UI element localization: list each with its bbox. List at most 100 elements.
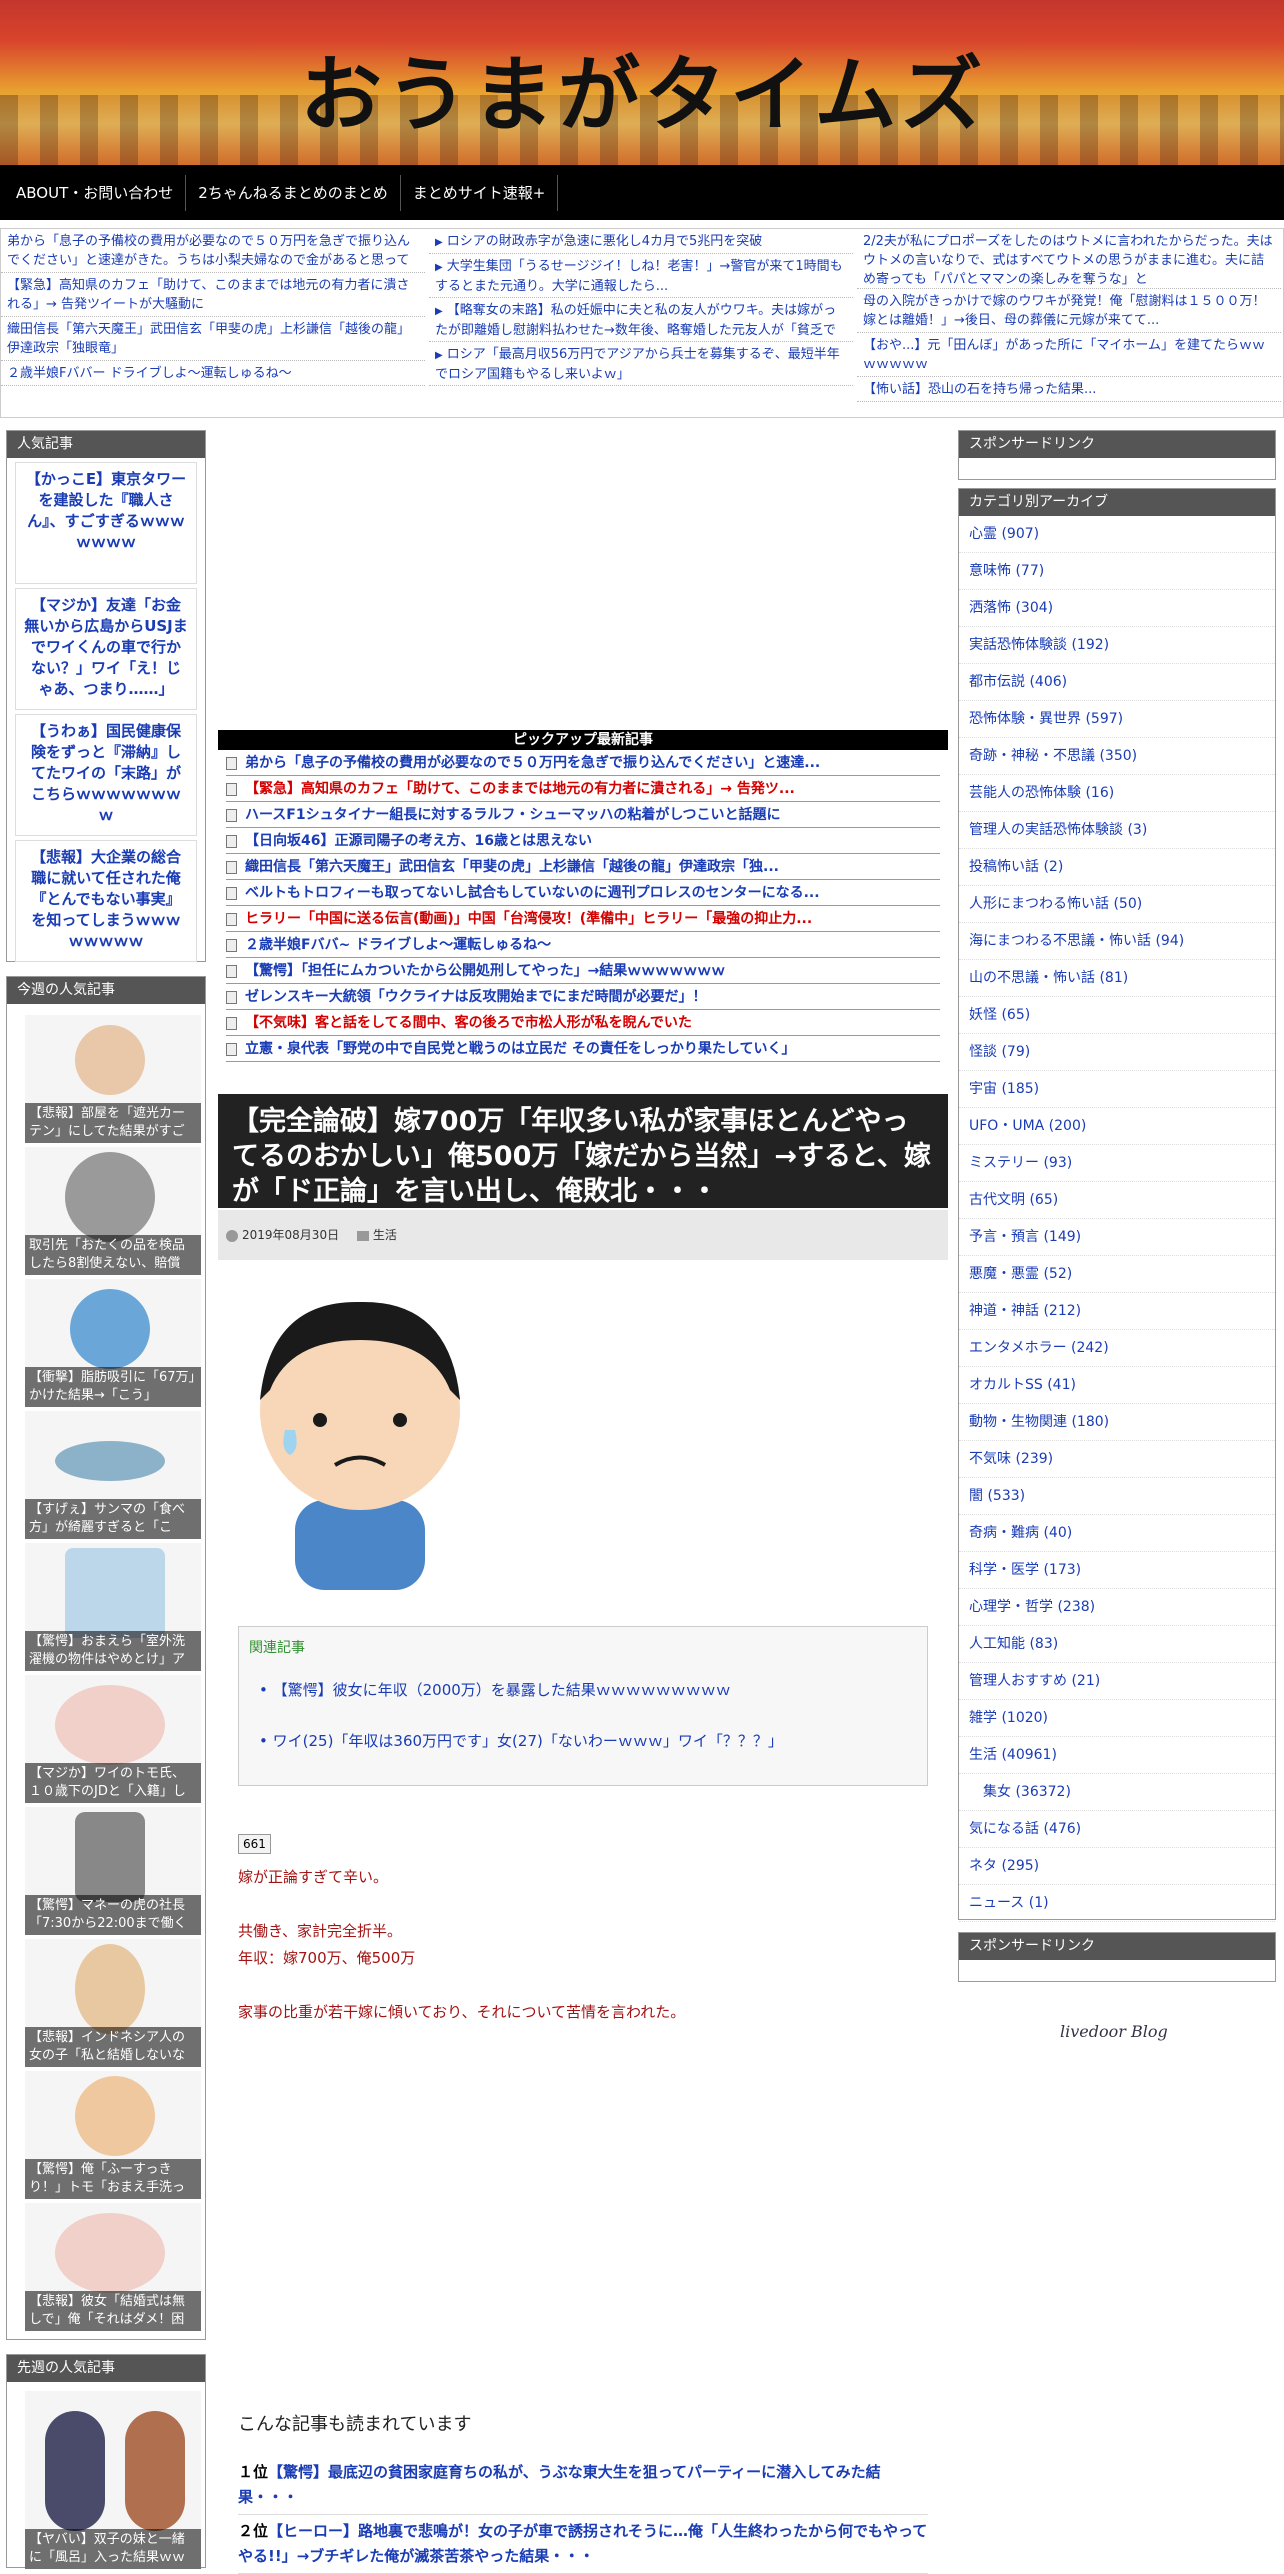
category-item[interactable]: UFO・UMA (200) <box>959 1108 1275 1145</box>
category-item[interactable]: 雑学 (1020) <box>959 1700 1275 1737</box>
ticker-item[interactable]: 【怖い話】恐山の石を持ち帰った結果... <box>857 377 1281 402</box>
category-item[interactable]: 人形にまつわる怖い話 (50) <box>959 886 1275 923</box>
ticker-item[interactable]: ２歳半娘Fババー ドライブしよ～運転しゅるね～ <box>1 361 425 386</box>
category-item[interactable]: 芸能人の恐怖体験 (16) <box>959 775 1275 812</box>
category-item[interactable]: 予言・預言 (149) <box>959 1219 1275 1256</box>
arrow-icon: ▶ <box>435 237 443 248</box>
category-item[interactable]: 人工知能 (83) <box>959 1626 1275 1663</box>
nav-2ch-matome[interactable]: 2ちゃんねるまとめのまとめ <box>186 174 401 211</box>
pickup-item[interactable]: 弟から「息子の予備校の費用が必要なので５０万円を急ぎで振り込んでください」と速達… <box>226 750 940 776</box>
pickup-item[interactable]: 【驚愕】「担任にムカついたから公開処刑してやった」→結果ｗｗｗｗｗｗｗ <box>226 958 940 984</box>
category-item[interactable]: 管理人の実話恐怖体験談 (3) <box>959 812 1275 849</box>
ticker-item[interactable]: 【緊急】高知県のカフェ「助けて、このままでは地元の有力者に潰される」→ 告発ツイ… <box>1 273 425 317</box>
body-line: 共働き、家計完全折半。 <box>238 1922 402 1940</box>
pickup-item[interactable]: 織田信長「第六天魔王」武田信玄「甲斐の虎」上杉謙信「越後の龍」伊達政宗「独... <box>226 854 940 880</box>
weekly-thumb[interactable]: 【悲報】インドネシア人の女の子「私と結婚しないな <box>25 1939 201 2067</box>
related-item[interactable]: • ワイ(25)「年収は360万円です」女(27)「ないわーｗｗｗ」ワイ「？？？… <box>259 1730 917 1751</box>
pickup-item[interactable]: 立憲・泉代表「野党の中で自民党と戦うのは立民だ その責任をしっかり果たしていく」 <box>226 1036 940 1062</box>
clock-icon <box>226 1229 238 1242</box>
category-item[interactable]: 宇宙 (185) <box>959 1071 1275 1108</box>
also-read-item[interactable]: ２位【ヒーロー】路地裏で悲鳴が！女の子が車で誘拐されそうに…俺「人生終わったから… <box>238 2515 928 2574</box>
weekly-thumb[interactable]: 【悲報】彼女「結婚式は無しで」俺「それはダメ！困 <box>25 2203 201 2331</box>
ticker-item[interactable]: ▶ 【略奪女の末路】私の妊娠中に夫と私の友人がウワキ。夫は嫁がったが即離婚し慰謝料… <box>429 298 853 342</box>
pickup-item[interactable]: 【不気味】客と話をしてる間中、客の後ろで市松人形が私を睨んでいた <box>226 1010 940 1036</box>
popular-item[interactable]: 【悲報】大企業の総合職に就いて任された俺『とんでもない事実』を知ってしまうｗｗｗ… <box>15 840 197 962</box>
also-read-item[interactable]: １位【驚愕】最底辺の貧困家庭育ちの私が、うぶな東大生を狙ってパーティーに潜入して… <box>238 2456 928 2515</box>
related-title: 関連記事 <box>249 1640 305 1656</box>
category-item[interactable]: 科学・医学 (173) <box>959 1552 1275 1589</box>
document-icon <box>226 756 237 770</box>
ticker-item[interactable]: 弟から「息子の予備校の費用が必要なので５０万円を急ぎで振り込んでください」と速達… <box>1 229 425 273</box>
category-item[interactable]: 山の不思議・怖い話 (81) <box>959 960 1275 997</box>
category-item[interactable]: 奇跡・神秘・不思議 (350) <box>959 738 1275 775</box>
category-item[interactable]: 奇病・難病 (40) <box>959 1515 1275 1552</box>
ticker-item[interactable]: 【おや...】元「田んぼ」があった所に「マイホーム」を建てたらｗｗｗｗｗｗｗ <box>857 333 1281 377</box>
sponsor-box-2: スポンサードリンク <box>958 1932 1276 1982</box>
popular-item[interactable]: 【かっこE】東京タワーを建設した『職人さん』、すごすぎるｗｗｗｗｗｗｗ <box>15 462 197 584</box>
category-item[interactable]: 意味怖 (77) <box>959 553 1275 590</box>
arrow-icon: ▶ <box>435 306 443 317</box>
ticker-item[interactable]: ▶ 大学生集団「うるせージジイ！しね！老害！」→警官が来て1時間もするとまた元通り… <box>429 254 853 298</box>
livedoor-blog-logo[interactable]: livedoor Blog <box>1060 2022 1168 2041</box>
ticker-item[interactable]: ▶ ロシアの財政赤字が急速に悪化し4カ月で5兆円を突破 <box>429 229 853 254</box>
category-item[interactable]: 気になる話 (476) <box>959 1811 1275 1848</box>
category-item[interactable]: 海にまつわる不思議・怖い話 (94) <box>959 923 1275 960</box>
category-item[interactable]: 恐怖体験・異世界 (597) <box>959 701 1275 738</box>
weekly-thumb[interactable]: 取引先「おたくの品を検品したら8割使えない、賠償 <box>25 1147 201 1275</box>
lastweek-thumb[interactable]: 【ヤバい】双子の妹と一緒に「風呂」入った結果ｗｗｗｗｗｗ <box>25 2391 201 2569</box>
category-item[interactable]: 投稿怖い話 (2) <box>959 849 1275 886</box>
pickup-item[interactable]: ハースF1シュタイナー組長に対するラルフ・シューマッハの粘着がしつこいと話題に <box>226 802 940 828</box>
category-item[interactable]: 神道・神話 (212) <box>959 1293 1275 1330</box>
weekly-thumb[interactable]: 【衝撃】脂肪吸引に「67万」かけた結果→「こう」 <box>25 1279 201 1407</box>
category-item[interactable]: 都市伝説 (406) <box>959 664 1275 701</box>
popular-item[interactable]: 【マジか】友達「お金無いから広島からUSJまでワイくんの車で行かない？」ワイ「え… <box>15 588 197 710</box>
category-item[interactable]: 生活 (40961) <box>959 1737 1275 1774</box>
weekly-thumb[interactable]: 【すげぇ】サンマの「食べ方」が綺麗すぎると「こ <box>25 1411 201 1539</box>
category-item[interactable]: エンタメホラー (242) <box>959 1330 1275 1367</box>
category-item[interactable]: 怪談 (79) <box>959 1034 1275 1071</box>
weekly-thumb[interactable]: 【悲報】部屋を「遮光カーテン」にしてた結果がすごい <box>25 1015 201 1143</box>
category-item[interactable]: 管理人おすすめ (21) <box>959 1663 1275 1700</box>
popular-item[interactable]: 【うわぁ】国民健康保険をずっと『滞納』してたワイの「末路」がこちらｗｗｗｗｗｗｗ… <box>15 714 197 836</box>
document-icon <box>226 886 237 900</box>
category-item[interactable]: 実話恐怖体験談 (192) <box>959 627 1275 664</box>
pickup-item[interactable]: 【日向坂46】正源司陽子の考え方、16歳とは思えない <box>226 828 940 854</box>
nav-about[interactable]: ABOUT・お問い合わせ <box>4 174 187 211</box>
hatena-counter[interactable]: 661 <box>238 1834 271 1854</box>
sponsor-title: スポンサードリンク <box>959 431 1275 458</box>
ticker-item[interactable]: 2/2夫が私にプロポーズをしたのはウトメに言われたからだった。夫はウトメの言いな… <box>857 229 1281 289</box>
category-item[interactable]: 妖怪 (65) <box>959 997 1275 1034</box>
category-item[interactable]: 古代文明 (65) <box>959 1182 1275 1219</box>
category-item[interactable]: ニュース (1) <box>959 1885 1275 1922</box>
pickup-item[interactable]: 【緊急】高知県のカフェ「助けて、このままでは地元の有力者に潰される」→ 告発ツ.… <box>226 776 940 802</box>
category-item[interactable]: 心霊 (907) <box>959 516 1275 553</box>
pickup-item[interactable]: ベルトもトロフィーも取ってないし試合もしていないのに週刊プロレスのセンターになる… <box>226 880 940 906</box>
related-item[interactable]: • 【驚愕】彼女に年収（2000万）を暴露した結果ｗｗｗｗｗｗｗｗｗ <box>259 1679 917 1700</box>
category-item[interactable]: ミステリー (93) <box>959 1145 1275 1182</box>
category-item[interactable]: 集女 (36372) <box>959 1774 1275 1811</box>
category-item[interactable]: 悪魔・悪霊 (52) <box>959 1256 1275 1293</box>
category-item[interactable]: 動物・生物関連 (180) <box>959 1404 1275 1441</box>
ticker-item[interactable]: 織田信長「第六天魔王」武田信玄「甲斐の虎」上杉謙信「越後の龍」伊達政宗「独眼竜」 <box>1 317 425 361</box>
article-category[interactable]: 生活 <box>373 1228 397 1242</box>
sponsor-box: スポンサードリンク <box>958 430 1276 480</box>
weekly-thumb[interactable]: 【驚愕】マネーの虎の社長「7:30から22:00まで働く <box>25 1807 201 1935</box>
site-logo-text[interactable]: おうまがタイムズ <box>300 28 986 147</box>
ticker-item[interactable]: 母の入院がきっかけで嫁のウワキが発覚！俺「慰謝料は１５００万！嫁とは離婚！」→後… <box>857 289 1281 333</box>
ticker-item[interactable]: ▶ ロシア「最高月収56万円でアジアから兵士を募集するぞ、最短半年でロシア国籍もや… <box>429 342 853 386</box>
category-item[interactable]: ネタ (295) <box>959 1848 1275 1885</box>
pickup-item[interactable]: ２歳半娘Fババ~ ドライブしよ～運転しゅるね～ <box>226 932 940 958</box>
pickup-item[interactable]: ヒラリー「中国に送る伝言(動画)」中国「台湾侵攻！(準備中」ヒラリー「最強の抑止… <box>226 906 940 932</box>
category-item[interactable]: 不気味 (239) <box>959 1441 1275 1478</box>
category-item[interactable]: オカルトSS (41) <box>959 1367 1275 1404</box>
document-icon <box>226 782 237 796</box>
category-item[interactable]: 心理学・哲学 (238) <box>959 1589 1275 1626</box>
weekly-thumb[interactable]: 【マジか】ワイのトモ氏、１０歳下のJDと「入籍」し <box>25 1675 201 1803</box>
pickup-item[interactable]: ゼレンスキー大統領「ウクライナは反攻開始までにまだ時間が必要だ」！ <box>226 984 940 1010</box>
category-item[interactable]: 洒落怖 (304) <box>959 590 1275 627</box>
site-banner[interactable]: おうまがタイムズ <box>0 0 1284 165</box>
category-item[interactable]: 闇 (533) <box>959 1478 1275 1515</box>
weekly-thumb[interactable]: 【驚愕】俺「ふーすっきり！」トモ「おまえ手洗っ <box>25 2071 201 2199</box>
nav-matome-sokuho[interactable]: まとめサイト速報+ <box>401 174 559 211</box>
weekly-thumb[interactable]: 【驚愕】おまえら「室外洗濯機の物件はやめとけ」ア <box>25 1543 201 1671</box>
